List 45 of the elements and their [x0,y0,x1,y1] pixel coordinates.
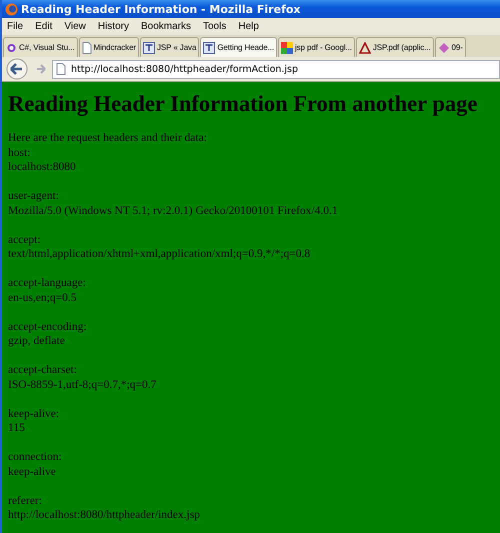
header-name: accept-charset: [8,363,78,378]
browser-tab[interactable]: Mindcracker [78,37,139,57]
header-name: keep-alive: [8,406,60,421]
menu-item[interactable]: History [98,21,129,32]
menu-item[interactable]: Bookmarks [140,21,191,32]
page-icon [56,63,66,75]
header-name: accept-encoding: [8,320,88,334]
address-bar[interactable]: http://localhost:8080/httpheader/formAction.jsp [52,60,500,78]
browser-tab[interactable]: jsp pdf - Googl... [278,37,355,57]
google-tab-icon [280,42,293,54]
header-name: user-agent: [8,189,60,204]
tab-icon [142,42,155,54]
header-value: http://localhost:8080/httpheader/index.jsp [8,508,201,522]
firefox-logo-icon [5,2,18,16]
header-value: keep-alive [8,464,57,479]
intro-text: Here are the request headers and their data: [8,131,208,146]
browser-tab[interactable]: Getting Heade... [200,37,277,57]
tab-icon [438,42,450,54]
tab-icon [203,42,216,54]
header-value: 115 [8,421,26,436]
menu-item[interactable]: Tools [203,21,226,32]
window-title: Reading Header Information - Mozilla Firefox [21,2,301,16]
header-value: en-us,en;q=0.5 [8,290,78,305]
browser-tab[interactable]: JSP « Java [140,37,200,57]
header-value: Mozilla/5.0 (Windows NT 5.1; rv:2.0.1) Gecko/20100101 Firefox/4.0.1 [8,204,339,218]
header-value: localhost:8080 [8,160,77,174]
header-value: gzip, deflate [8,334,66,348]
browser-tab[interactable]: 09- [434,37,466,57]
header-name: accept-language: [8,276,87,290]
menu-item[interactable]: View [64,21,86,32]
menu-item[interactable]: File [7,21,24,32]
header-name: referer: [8,494,43,508]
browser-tab[interactable]: JSP.pdf (applic... [356,37,434,57]
header-value: text/html,application/xhtml+xml,application/xml;q=0.9,*/*;q=0.8 [8,247,312,262]
page-icon [82,42,92,54]
header-value: ISO-8859-1,utf-8;q=0.7,*;q=0.7 [8,378,158,392]
menu-item[interactable]: Help [238,21,259,32]
page-heading: Reading Header Information From another page [8,90,478,118]
header-name: connection: [8,450,63,464]
header-name: host: [8,146,32,160]
pdf-tab-icon [358,42,371,54]
tab-icon [6,42,17,53]
menu-item[interactable]: Edit [35,21,52,32]
header-name: accept: [8,232,42,247]
browser-tab[interactable]: C#, Visual Stu... [3,37,78,57]
